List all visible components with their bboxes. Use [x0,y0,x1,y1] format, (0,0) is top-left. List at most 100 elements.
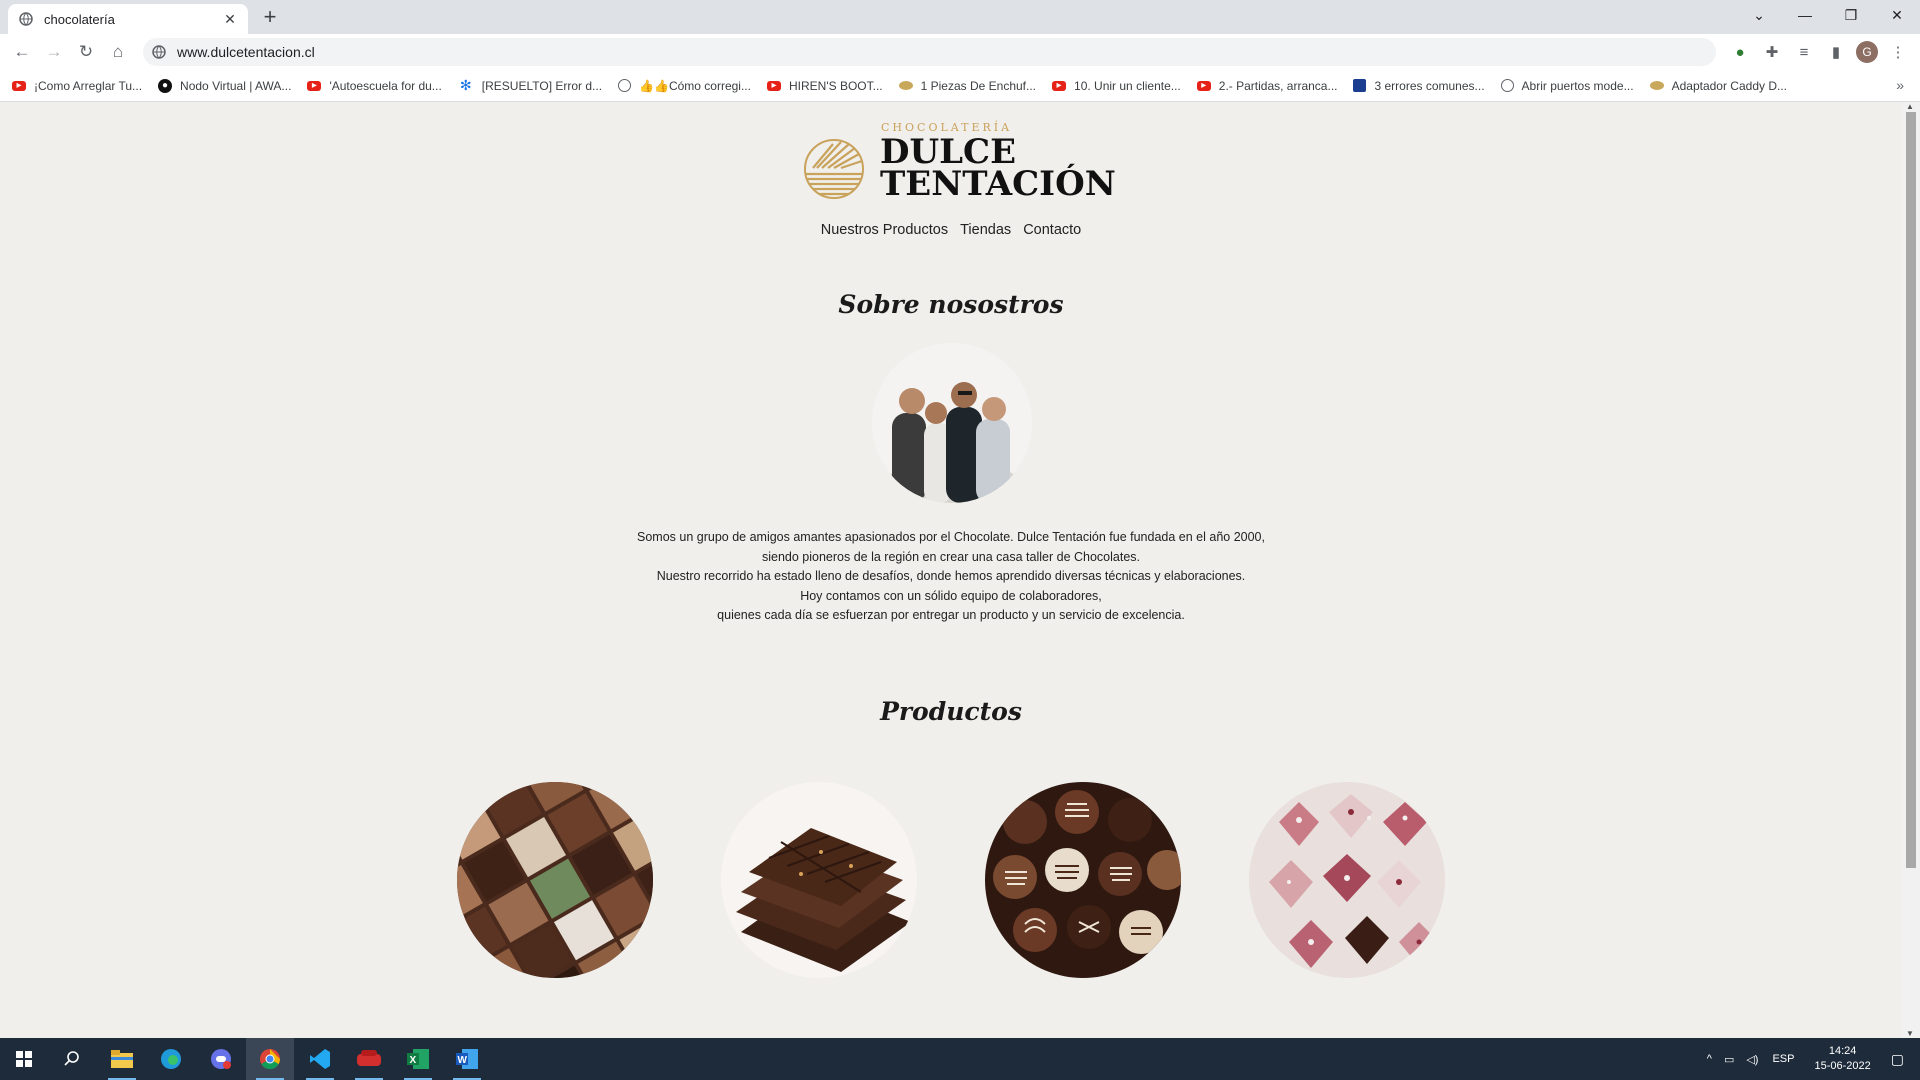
file-explorer-icon[interactable] [98,1038,146,1080]
close-tab-icon[interactable]: ✕ [222,11,238,27]
browser-toolbar: ← → ↻ ⌂ www.dulcetentacion.cl ● ✚ ≡ ▮ G … [0,34,1920,70]
profile-avatar[interactable]: G [1856,41,1878,63]
word-icon[interactable]: W [443,1038,491,1080]
globe-icon [18,11,34,27]
search-icon[interactable] [48,1038,96,1080]
globe-icon [1500,79,1514,92]
shield-icon [1353,79,1367,92]
extension-badge-icon[interactable]: ● [1728,40,1752,64]
clock[interactable]: 14:24 15-06-2022 [1814,1044,1870,1074]
svg-text:X: X [410,1055,417,1066]
chevron-up-icon[interactable]: ^ [1707,1053,1712,1065]
globe-icon [618,79,632,92]
bookmark-label: 'Autoescuela for du... [329,78,442,93]
scroll-down-icon[interactable]: ▼ [1906,1029,1914,1038]
bookmark-label: 1 Piezas De Enchuf... [920,78,1037,93]
bookmark-item[interactable]: ▸ HIREN'S BOOT... [766,79,883,93]
forward-icon[interactable]: → [38,36,70,68]
scroll-up-icon[interactable]: ▲ [1906,102,1914,111]
volume-icon[interactable]: ◁) [1746,1053,1758,1066]
network-icon[interactable]: ▭ [1724,1053,1734,1066]
about-line: quienes cada día se esfuerzan por entreg… [717,608,1185,622]
bookmark-item[interactable]: ▸ 'Autoescuela for du... [307,78,442,93]
more-bookmarks-icon[interactable]: » [1896,77,1904,93]
bookmark-label: 3 errores comunes... [1374,78,1485,93]
bookmark-item[interactable]: ▸ ¡Como Arreglar Tu... [12,79,142,93]
browser-tab[interactable]: chocolatería ✕ [8,4,248,34]
bookmarks-bar: ▸ ¡Como Arreglar Tu... ● Nodo Virtual | AW… [0,70,1920,102]
site-info-icon[interactable] [151,44,167,60]
bookmark-label: Adaptador Caddy D... [1671,78,1787,93]
address-bar[interactable]: www.dulcetentacion.cl [143,38,1716,66]
minimize-button[interactable]: — [1782,7,1828,23]
youtube-icon: ▸ [307,80,322,91]
edge-icon[interactable] [147,1038,195,1080]
bookmark-item[interactable]: 1 Piezas De Enchuf... [898,78,1037,93]
bookmark-item[interactable]: 3 errores comunes... [1353,78,1485,93]
taskbar: X W ^ ▭ ◁) ESP 14:24 15-06-2022 ▢ [0,1038,1920,1080]
nav-link-contacto[interactable]: Contacto [1023,222,1081,238]
close-window-button[interactable]: ✕ [1874,7,1920,24]
about-line: Somos un grupo de amigos amantes apasion… [637,530,1265,544]
extensions-area: ● ✚ ≡ ▮ G ⋮ [1728,38,1910,66]
plug-icon [898,81,913,90]
snowflake-icon: ✻ [459,77,472,93]
bookmark-item[interactable]: ▸ 10. Unir un cliente... [1052,79,1181,93]
tab-title: chocolatería [44,11,115,27]
bookmark-label: Abrir puertos mode... [1521,78,1634,93]
chrome-icon[interactable] [246,1038,294,1080]
system-tray: ^ ▭ ◁) ESP 14:24 15-06-2022 ▢ [1701,1038,1920,1080]
bookmark-label: ¡Como Arreglar Tu... [34,78,143,93]
scrollbar-thumb[interactable] [1906,112,1916,868]
product-image-bombones[interactable] [457,782,653,978]
reload-icon[interactable]: ↻ [70,36,102,68]
youtube-icon: ▸ [1052,80,1067,91]
notifications-icon[interactable]: ▢ [1891,1051,1904,1068]
nav-link-productos[interactable]: Nuestros Productos [821,222,948,238]
new-tab-button[interactable]: + [258,6,282,30]
excel-icon[interactable]: X [394,1038,442,1080]
windows-start-icon[interactable] [0,1038,48,1080]
bookmark-item[interactable]: Abrir puertos mode... [1500,78,1634,93]
site-logo[interactable]: CHOCOLATERÍA DULCE TENTACIÓN [803,118,1116,208]
ruby-app-icon[interactable] [345,1038,393,1080]
back-icon[interactable]: ← [6,36,38,68]
plug-icon [1649,81,1664,90]
youtube-icon: ▸ [12,80,26,91]
site-nav: Nuestros Productos Tiendas Contacto [0,222,1902,238]
url-text: www.dulcetentacion.cl [177,44,315,60]
youtube-icon: ▸ [1196,80,1211,91]
drop-icon: ● [158,78,173,93]
extensions-puzzle-icon[interactable]: ✚ [1760,40,1784,64]
bookmark-item[interactable]: ● Nodo Virtual | AWA... [158,78,291,93]
bookmark-item[interactable]: ✻ [RESUELTO] Error d... [458,77,602,94]
bookmark-label: 10. Unir un cliente... [1074,78,1181,93]
about-line: Hoy contamos con un sólido equipo de col… [800,588,1102,603]
product-image-tabletas[interactable] [721,782,917,978]
side-panel-icon[interactable]: ▮ [1824,40,1848,64]
svg-text:W: W [458,1055,468,1066]
tab-search-icon[interactable]: ⌄ [1736,7,1782,24]
logo-title-line2: TENTACIÓN [880,164,1116,204]
vscode-icon[interactable] [296,1038,344,1080]
reading-list-icon[interactable]: ≡ [1792,40,1816,64]
youtube-icon: ▸ [766,80,781,91]
bookmark-item[interactable]: 👍👍Cómo corregi... [618,79,751,93]
clock-date: 15-06-2022 [1814,1060,1871,1072]
bookmark-item[interactable]: ▸ 2.- Partidas, arranca... [1196,78,1338,93]
nav-link-tiendas[interactable]: Tiendas [960,222,1011,238]
bookmark-label: 2.- Partidas, arranca... [1218,78,1338,93]
home-icon[interactable]: ⌂ [102,36,134,68]
about-text: Somos un grupo de amigos amantes apasion… [0,528,1902,626]
discord-icon[interactable] [197,1038,245,1080]
bookmark-item[interactable]: Adaptador Caddy D... [1649,78,1787,93]
language-indicator[interactable]: ESP [1772,1053,1794,1065]
product-image-trufas[interactable] [985,782,1181,978]
page-scrollbar[interactable]: ▲ ▼ [1902,102,1920,1038]
tab-strip: chocolatería ✕ + ⌄ — ❐ ✕ [0,0,1920,34]
restore-button[interactable]: ❐ [1828,7,1874,24]
about-line: siendo pioneros de la región en crear un… [761,549,1140,564]
menu-kebab-icon[interactable]: ⋮ [1886,40,1910,64]
product-image-bombones-rosados[interactable] [1249,782,1445,978]
sun-logo-icon [804,139,864,199]
